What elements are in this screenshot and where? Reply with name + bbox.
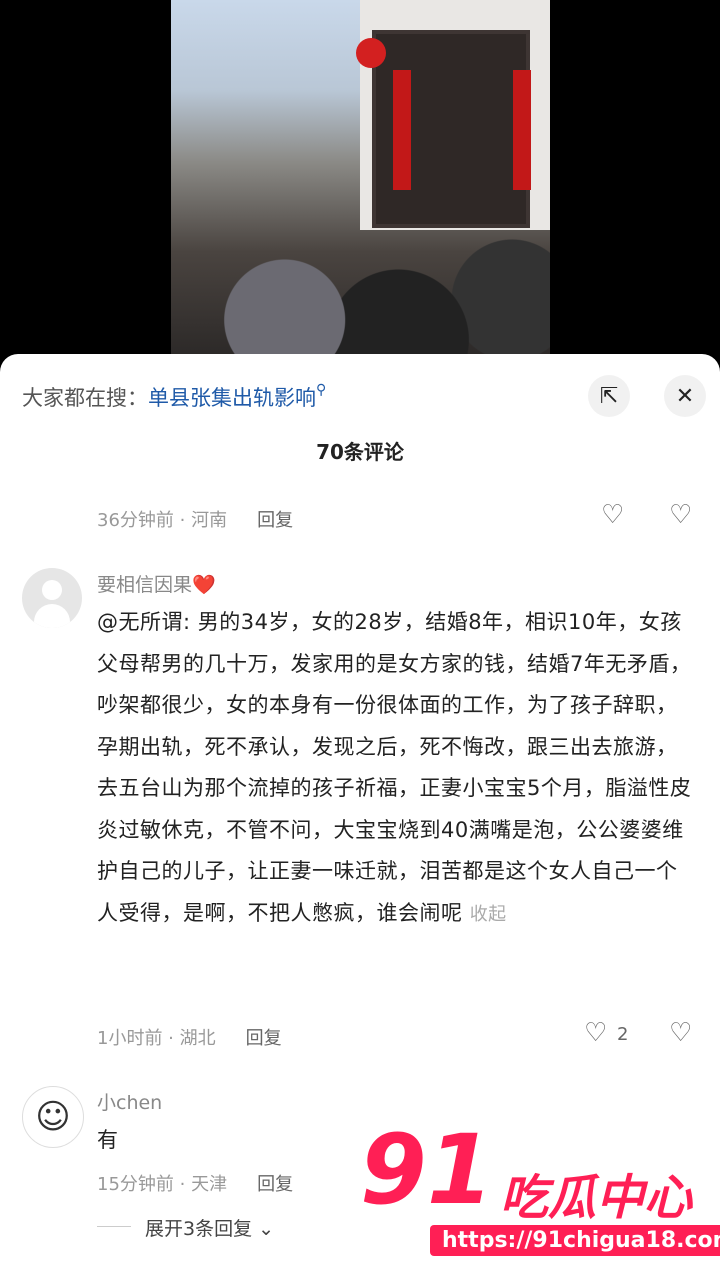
- dislike-icon[interactable]: ♡: [669, 1018, 692, 1048]
- reply-button[interactable]: 回复: [257, 510, 293, 531]
- comment-time: 1小时前 · 湖北: [97, 1028, 216, 1049]
- video-frame[interactable]: [171, 0, 550, 360]
- comment-time: 15分钟前 · 天津: [97, 1174, 228, 1195]
- comment-meta: 1小时前 · 湖北 回复: [97, 1024, 282, 1050]
- watermark-url: https://91chigua18.com: [430, 1225, 720, 1256]
- comment-count-title: 70条评论: [316, 440, 404, 464]
- search-suggestion[interactable]: 大家都在搜：单县张集出轨影响⚲: [22, 382, 326, 412]
- watermark-text: 吃瓜中心: [500, 1170, 693, 1226]
- like-icon[interactable]: ♡: [584, 1018, 607, 1048]
- comment-meta: 36分钟前 · 河南 回复: [97, 506, 293, 532]
- watermark: 91 吃瓜中心 https://91chigua18.com: [360, 1114, 720, 1270]
- comment-username[interactable]: 要相信因果❤️: [97, 570, 216, 597]
- avatar[interactable]: [22, 568, 82, 628]
- reply-button[interactable]: 回复: [257, 1174, 293, 1195]
- comment-meta: 15分钟前 · 天津 回复: [97, 1170, 293, 1196]
- like-count: 2: [617, 1024, 629, 1045]
- crowd: [171, 160, 550, 360]
- watermark-number: 91: [360, 1114, 494, 1226]
- dislike-icon[interactable]: ♡: [669, 500, 692, 530]
- red-lantern: [356, 38, 386, 68]
- like-icon[interactable]: ♡: [601, 500, 624, 530]
- search-query-link[interactable]: 单县张集出轨影响: [148, 386, 316, 410]
- comment-time: 36分钟前 · 河南: [97, 510, 228, 531]
- collapse-button[interactable]: 收起: [470, 904, 507, 925]
- video-player[interactable]: [0, 0, 720, 360]
- expand-replies-button[interactable]: 展开3条回复 ⌄: [145, 1214, 274, 1241]
- divider: [97, 1226, 131, 1227]
- close-icon[interactable]: ✕: [664, 375, 706, 417]
- avatar[interactable]: ☺: [22, 1086, 84, 1148]
- chevron-down-icon: ⌄: [258, 1218, 275, 1240]
- reply-button[interactable]: 回复: [246, 1028, 282, 1049]
- comment-text: @无所谓: 男的34岁，女的28岁，结婚8年，相识10年，女孩父母帮男的几十万，…: [97, 610, 692, 925]
- expand-icon[interactable]: ⇱: [588, 375, 630, 417]
- heart-emoji: ❤️: [192, 574, 216, 596]
- comment-username[interactable]: 小chen: [97, 1088, 162, 1115]
- search-icon: ⚲: [316, 382, 327, 398]
- search-prefix: 大家都在搜：: [22, 386, 148, 410]
